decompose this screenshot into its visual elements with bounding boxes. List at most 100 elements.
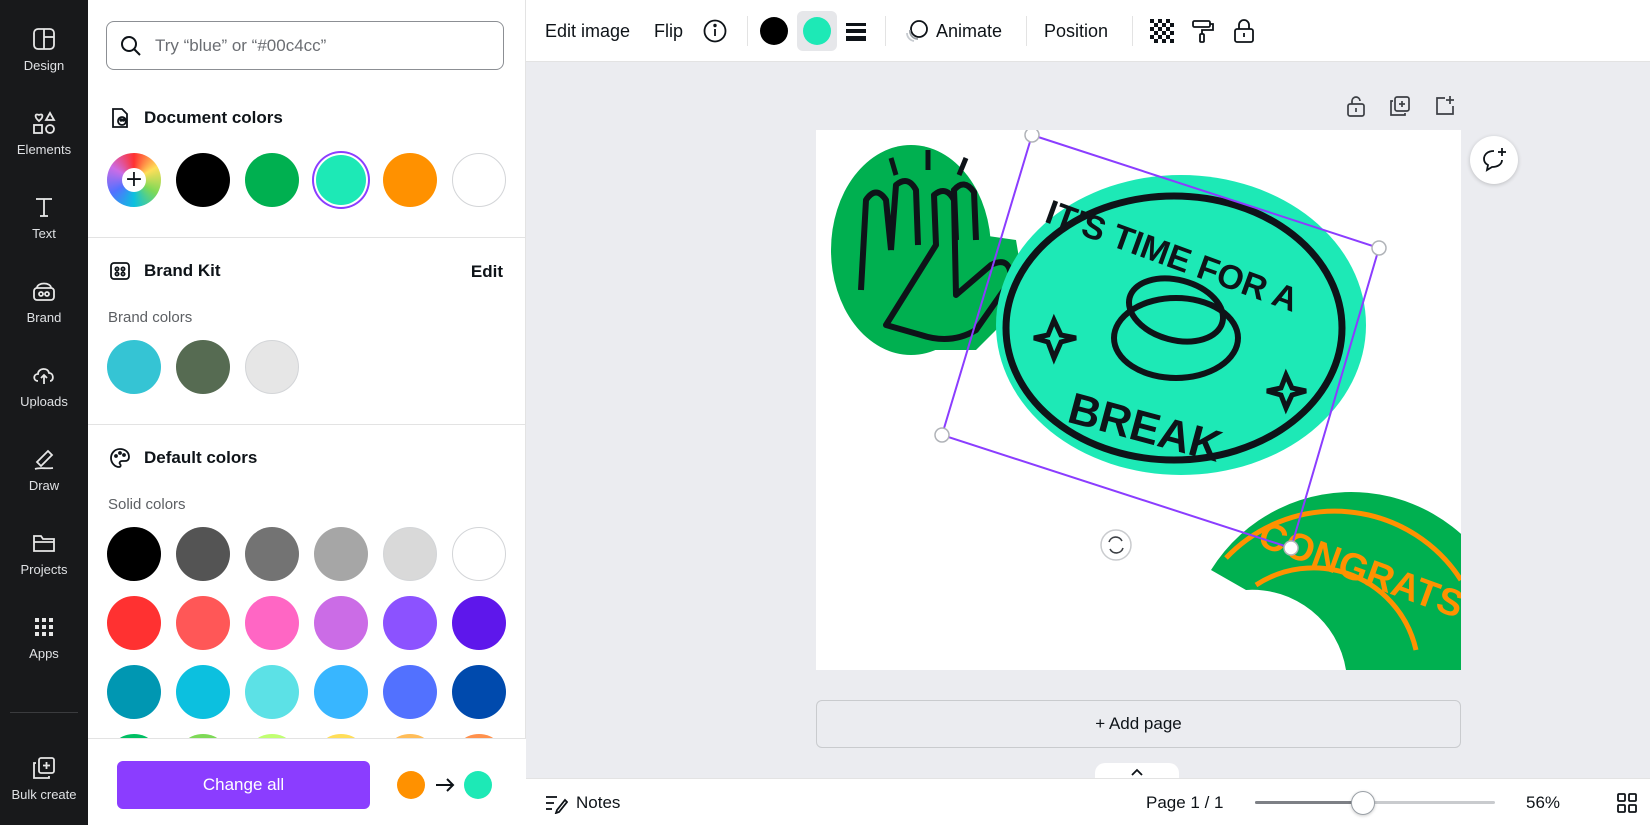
replace-from-swatch (397, 771, 425, 799)
lock-button[interactable] (1232, 0, 1256, 62)
default-color-swatch[interactable] (176, 734, 230, 738)
flip-button[interactable]: Flip (654, 0, 683, 62)
duplicate-page-icon[interactable] (1389, 95, 1411, 117)
color-panel: Document colors Brand Kit Edit Brand col… (88, 0, 526, 825)
congrats-sticker[interactable]: CONGRATS (1211, 492, 1461, 670)
edit-image-button[interactable]: Edit image (545, 0, 630, 62)
default-color-swatch[interactable] (107, 734, 161, 738)
rail-item-bulk-create[interactable]: Bulk create (0, 738, 88, 818)
rail-item-design[interactable]: Design (0, 14, 88, 84)
document-color-swatch[interactable] (245, 153, 299, 207)
section-divider (88, 424, 526, 425)
replace-to-swatch (464, 771, 492, 799)
add-color-button[interactable]: + (107, 153, 161, 207)
default-color-swatch[interactable] (314, 596, 368, 650)
default-color-swatch[interactable] (452, 734, 506, 738)
default-color-swatch[interactable] (107, 665, 161, 719)
brand-color-swatch[interactable] (107, 340, 161, 394)
border-style-button[interactable] (844, 0, 868, 62)
rail-item-projects[interactable]: Projects (0, 518, 88, 588)
default-color-swatch[interactable] (452, 596, 506, 650)
document-colors-header: Document colors (108, 106, 283, 130)
default-color-swatch[interactable] (383, 527, 437, 581)
default-color-swatch[interactable] (314, 527, 368, 581)
default-color-swatch[interactable] (107, 527, 161, 581)
rotate-handle[interactable] (1100, 529, 1132, 561)
rail-label: Draw (28, 477, 60, 493)
color-mint-swatch-frame[interactable] (797, 11, 837, 51)
design-icon (33, 27, 55, 50)
uploads-icon (33, 367, 54, 384)
zoom-track-fill (1255, 801, 1363, 804)
rail-item-brand[interactable]: Brand (0, 266, 88, 336)
info-button[interactable] (702, 0, 728, 62)
brand-color-swatch[interactable] (176, 340, 230, 394)
add-page-button[interactable]: + Add page (816, 700, 1461, 748)
lock-icon (1234, 19, 1254, 43)
add-page-icon[interactable] (1434, 95, 1456, 117)
notes-button[interactable]: Notes (544, 779, 620, 825)
editor-footer: Notes Page 1 / 1 56% (526, 778, 1650, 825)
page-indicator[interactable]: Page 1 / 1 (1146, 779, 1224, 825)
color-black-swatch[interactable] (760, 17, 788, 45)
change-all-button[interactable]: Change all (117, 761, 370, 809)
default-color-swatch[interactable] (107, 596, 161, 650)
zoom-thumb[interactable] (1351, 791, 1375, 815)
toolbar-divider (885, 16, 886, 46)
default-color-swatch[interactable] (245, 527, 299, 581)
palette-icon (110, 448, 130, 468)
brand-colors-label: Brand colors (108, 309, 193, 326)
rail-item-draw[interactable]: Draw (0, 434, 88, 504)
default-color-swatch[interactable] (383, 665, 437, 719)
rail-label: Apps (29, 645, 59, 661)
notes-label: Notes (576, 792, 621, 812)
animate-button[interactable]: Animate (904, 0, 1002, 62)
design-artwork: CONGRATS IT'S TIME FOR A BREAK (831, 130, 1461, 670)
document-color-swatch[interactable] (316, 155, 366, 205)
rail-item-elements[interactable]: Elements (0, 98, 88, 168)
default-color-swatch[interactable] (314, 665, 368, 719)
brand-color-swatch[interactable] (245, 340, 299, 394)
default-color-swatch[interactable] (176, 527, 230, 581)
default-color-swatch[interactable] (383, 734, 437, 738)
copy-style-button[interactable] (1190, 0, 1216, 62)
bulk-create-icon (33, 756, 55, 779)
zoom-slider[interactable] (1255, 779, 1495, 825)
default-color-swatch[interactable] (383, 596, 437, 650)
default-color-swatch[interactable] (176, 665, 230, 719)
default-color-swatch[interactable] (452, 527, 506, 581)
brand-kit-edit-link[interactable]: Edit (471, 262, 503, 282)
info-icon (703, 19, 727, 43)
color-search-box[interactable] (106, 21, 504, 70)
default-color-swatch[interactable] (245, 734, 299, 738)
default-color-swatch[interactable] (245, 596, 299, 650)
default-color-swatch[interactable] (245, 665, 299, 719)
document-color-swatch[interactable] (176, 153, 230, 207)
zoom-level[interactable]: 56% (1526, 779, 1560, 825)
rail-item-text[interactable]: Text (0, 182, 88, 252)
document-color-swatch[interactable] (383, 153, 437, 207)
default-color-swatch[interactable] (452, 665, 506, 719)
break-sticker[interactable]: IT'S TIME FOR A BREAK (996, 175, 1366, 475)
solid-colors-label: Solid colors (108, 496, 186, 513)
color-search-input[interactable] (155, 35, 485, 56)
rail-item-apps[interactable]: Apps (0, 602, 88, 672)
border-style-icon (846, 23, 866, 41)
default-color-swatch[interactable] (314, 734, 368, 738)
default-color-swatch[interactable] (176, 596, 230, 650)
rail-item-uploads[interactable]: Uploads (0, 350, 88, 420)
brand-kit-icon (110, 262, 130, 280)
plus-icon: + (122, 168, 146, 192)
transparency-icon (1150, 19, 1174, 43)
design-page[interactable]: CONGRATS IT'S TIME FOR A BREAK (816, 130, 1461, 670)
document-color-swatch[interactable] (452, 153, 506, 207)
notes-icon (546, 795, 568, 814)
arrow-right-icon (436, 778, 455, 792)
grid-view-button[interactable] (1616, 779, 1638, 825)
elements-icon (33, 110, 56, 134)
transparency-button[interactable] (1150, 0, 1174, 62)
section-title: Document colors (144, 108, 283, 127)
position-button[interactable]: Position (1044, 0, 1108, 62)
lock-page-icon[interactable] (1346, 95, 1366, 117)
comment-button[interactable] (1470, 136, 1518, 184)
